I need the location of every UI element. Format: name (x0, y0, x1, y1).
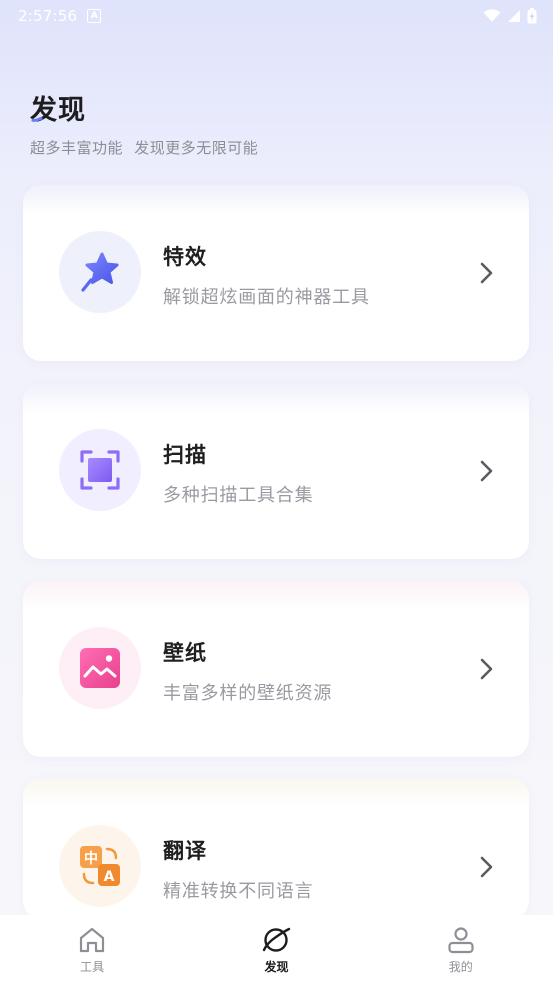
card-scan-title: 扫描 (163, 443, 207, 467)
card-scan-description: 多种扫描工具合集 (163, 485, 314, 506)
scan-frame-icon (80, 450, 120, 490)
tab-discover[interactable]: 发现 (216, 925, 336, 975)
cell-signal-icon (508, 10, 520, 22)
card-wallpaper-icon-bg (59, 627, 141, 709)
card-wallpaper[interactable]: 壁纸 丰富多样的壁纸资源 (23, 581, 529, 757)
card-wallpaper-title: 壁纸 (163, 641, 207, 665)
card-translate-description: 精准转换不同语言 (163, 881, 314, 902)
wallpaper-image-icon (80, 648, 120, 688)
discover-planet-icon (263, 927, 291, 952)
user-icon (448, 927, 474, 954)
translate-icon: 中 A (80, 846, 120, 886)
card-translate[interactable]: 中 A 翻译 精准转换不同语言 (23, 779, 529, 919)
chevron-right-icon (480, 460, 493, 482)
card-scan[interactable]: 扫描 多种扫描工具合集 (23, 383, 529, 559)
translate-a-glyph: A (104, 869, 115, 885)
chevron-right-icon (480, 262, 493, 284)
chevron-right-icon (480, 658, 493, 680)
notification-badge-icon: A (87, 9, 102, 23)
tab-mine-label: 我的 (448, 960, 473, 974)
status-time: 2:57:56 (18, 7, 78, 25)
tab-mine[interactable]: 我的 (401, 925, 521, 975)
status-right (483, 8, 537, 24)
card-effects[interactable]: 特效 解锁超炫画面的神器工具 (23, 185, 529, 361)
tab-tools[interactable]: 工具 (32, 925, 152, 975)
tab-tools-label: 工具 (80, 960, 105, 974)
bottom-tab-bar: 工具 发现 我的 (0, 915, 553, 984)
home-icon (80, 927, 105, 953)
page-title-text: 发现 (30, 95, 86, 126)
card-translate-icon-bg: 中 A (59, 825, 141, 907)
wifi-icon (483, 9, 501, 22)
translate-zh-glyph: 中 (84, 850, 98, 867)
status-bar: 2:57:56 A (0, 0, 553, 32)
page-title: 发现 (27, 88, 258, 127)
card-wallpaper-description: 丰富多样的壁纸资源 (163, 683, 333, 704)
tab-discover-label: 发现 (264, 960, 289, 974)
card-translate-title: 翻译 (163, 839, 207, 863)
feature-card-list: 特效 解锁超炫画面的神器工具 扫描 多种扫描工具合集 壁纸 丰富多样的壁纸资源 … (23, 185, 529, 941)
magic-wand-star-icon (81, 252, 119, 292)
page-subtitle: 超多丰富功能 发现更多无限可能 (30, 139, 259, 157)
card-effects-title: 特效 (163, 245, 207, 269)
card-scan-icon-bg (59, 429, 141, 511)
card-effects-description: 解锁超炫画面的神器工具 (163, 287, 370, 308)
chevron-right-icon (480, 856, 493, 878)
battery-icon (527, 8, 537, 24)
status-left: 2:57:56 A (18, 7, 102, 25)
page-header: 发现 超多丰富功能 发现更多无限可能 (27, 88, 259, 158)
card-effects-icon-bg (59, 231, 141, 313)
